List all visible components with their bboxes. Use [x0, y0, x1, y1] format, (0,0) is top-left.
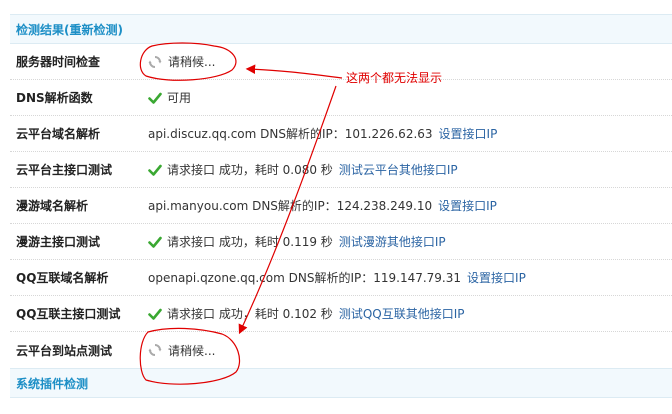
row-manyou-main-interface: 漫游主接口测试 请求接口 成功，耗时 0.119 秒 测试漫游其他接口IP: [10, 224, 672, 260]
green-check-icon: [148, 236, 162, 248]
refresh-spinner-icon: [148, 344, 162, 356]
row-cloud-domain: 云平台域名解析 api.discuz.qq.com DNS解析的IP：101.2…: [10, 116, 672, 152]
request-result-text: 请求接口 成功，耗时 0.080 秒: [167, 163, 333, 177]
section-title[interactable]: 系统插件检测: [16, 377, 88, 391]
row-qq-connect-main-interface: QQ互联主接口测试 请求接口 成功，耗时 0.102 秒 测试QQ互联其他接口I…: [10, 296, 672, 332]
dns-result-text: api.manyou.com DNS解析的IP：124.238.249.10: [148, 199, 433, 213]
row-value: 可用: [148, 89, 672, 106]
row-value: 请求接口 成功，耗时 0.119 秒 测试漫游其他接口IP: [148, 233, 672, 250]
row-label: 云平台主接口测试: [16, 163, 113, 177]
row-label: 漫游主接口测试: [16, 235, 101, 249]
green-check-icon: [148, 164, 162, 176]
section-header-plugin-check: 系统插件检测: [10, 368, 672, 398]
test-qq-connect-other-ip-link[interactable]: 测试QQ互联其他接口IP: [339, 305, 465, 322]
request-result-text: 请求接口 成功，耗时 0.119 秒: [167, 235, 333, 249]
row-value: 请稍候...: [148, 53, 672, 70]
row-value: 请稍候...: [148, 342, 672, 359]
set-interface-ip-link[interactable]: 设置接口IP: [438, 197, 497, 214]
loading-text: 请稍候...: [168, 55, 216, 69]
row-value: 请求接口 成功，耗时 0.102 秒 测试QQ互联其他接口IP: [148, 305, 672, 322]
row-value: api.discuz.qq.com DNS解析的IP：101.226.62.63…: [148, 125, 672, 142]
row-label: 服务器时间检查: [16, 55, 101, 69]
row-manyou-domain: 漫游域名解析 api.manyou.com DNS解析的IP：124.238.2…: [10, 188, 672, 224]
row-value: 请求接口 成功，耗时 0.080 秒 测试云平台其他接口IP: [148, 161, 672, 178]
check-results-table: 检测结果(重新检测) 服务器时间检查 请稍候... DNS解析函数 可用 云平台…: [10, 14, 672, 398]
test-manyou-other-ip-link[interactable]: 测试漫游其他接口IP: [339, 233, 446, 250]
row-value: api.manyou.com DNS解析的IP：124.238.249.10 设…: [148, 197, 672, 214]
set-interface-ip-link[interactable]: 设置接口IP: [467, 269, 526, 286]
loading-text: 请稍候...: [168, 343, 216, 358]
green-check-icon: [148, 92, 162, 104]
row-cloud-main-interface: 云平台主接口测试 请求接口 成功，耗时 0.080 秒 测试云平台其他接口IP: [10, 152, 672, 188]
row-label: 云平台到站点测试: [16, 343, 113, 358]
annotation-note: 这两个都无法显示: [346, 71, 443, 85]
request-result-text: 请求接口 成功，耗时 0.102 秒: [167, 307, 333, 321]
row-label: DNS解析函数: [16, 91, 93, 105]
row-label: 漫游域名解析: [16, 199, 89, 213]
row-label: QQ互联主接口测试: [16, 307, 121, 321]
dns-result-text: api.discuz.qq.com DNS解析的IP：101.226.62.63: [148, 127, 433, 141]
dns-result-text: openapi.qzone.qq.com DNS解析的IP：119.147.79…: [148, 271, 462, 285]
section-title[interactable]: 检测结果(重新检测): [16, 23, 123, 37]
test-cloud-other-ip-link[interactable]: 测试云平台其他接口IP: [339, 161, 458, 178]
row-value: openapi.qzone.qq.com DNS解析的IP：119.147.79…: [148, 269, 672, 286]
row-server-time: 服务器时间检查 请稍候...: [10, 44, 672, 80]
refresh-spinner-icon: [148, 55, 162, 68]
row-label: QQ互联域名解析: [16, 271, 109, 285]
section-header-check-results: 检测结果(重新检测): [10, 14, 672, 44]
row-cloud-to-site: 云平台到站点测试 请稍候...: [10, 332, 672, 368]
green-check-icon: [148, 308, 162, 320]
row-dns-function: DNS解析函数 可用: [10, 80, 672, 116]
status-text: 可用: [167, 91, 192, 105]
set-interface-ip-link[interactable]: 设置接口IP: [439, 125, 498, 142]
row-label: 云平台域名解析: [16, 127, 101, 141]
row-qq-connect-domain: QQ互联域名解析 openapi.qzone.qq.com DNS解析的IP：1…: [10, 260, 672, 296]
